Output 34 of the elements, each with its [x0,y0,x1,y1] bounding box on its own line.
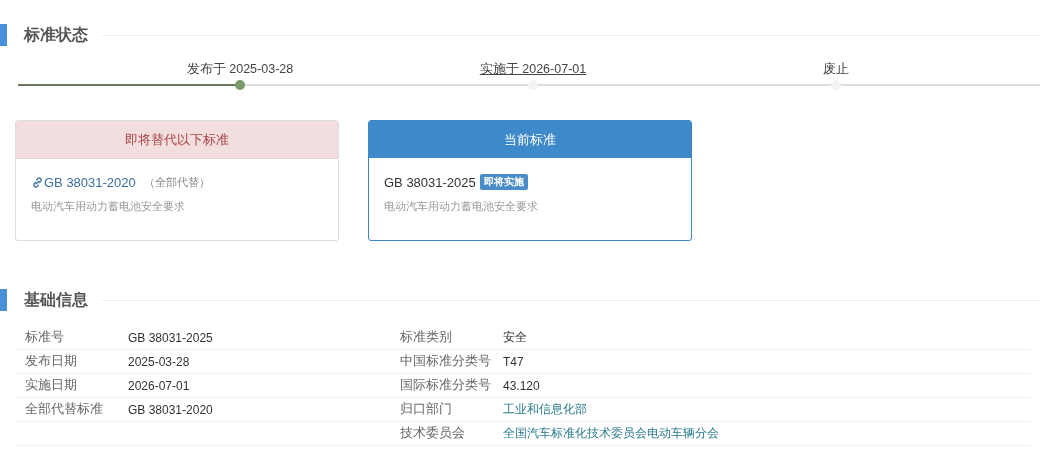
replace-note: （全部代替） [143,175,210,190]
field-label: 中国标准分类号 [399,353,492,370]
field-label: 全部代替标准 [24,401,104,418]
date-link[interactable]: 实施于 2026-07-01 [479,60,587,78]
field-value: GB 38031-2025 [128,330,213,345]
card-header: 即将替代以下标准 [16,121,338,159]
field-link[interactable]: 工业和信息化部 [503,401,587,418]
field-value: T47 [503,354,524,369]
field-label: 实施日期 [24,377,78,394]
section-marker [0,289,7,311]
field-label: 标准类别 [399,329,453,346]
standard-link[interactable]: GB 38031-2020 [31,175,136,190]
field-label: 国际标准分类号 [399,377,492,394]
field-label: 归口部门 [399,401,453,418]
field-label: 技术委员会 [399,425,466,442]
card-header: 当前标准 [369,121,691,158]
field-value: GB 38031-2020 [128,402,213,417]
field-value: 安全 [503,329,527,346]
field-label: 标准号 [24,329,65,346]
field-value: 43.120 [503,378,540,393]
standard-title: 电动汽车用动力蓄电池安全要求 [31,199,186,214]
status-badge: 即将实施 [479,174,528,190]
section-title: 基础信息 [24,289,88,310]
section-title: 标准状态 [24,24,88,45]
field-label: 发布日期 [24,353,78,370]
field-link[interactable]: 全国汽车标准化技术委员会电动车辆分会 [503,425,719,442]
field-value: 2026-07-01 [128,378,190,393]
standard-title: 电动汽车用动力蓄电池安全要求 [384,199,539,214]
section-marker [0,24,7,46]
standard-code: GB 38031-2025 [384,174,476,190]
step-label: 发布于 2025-03-28 [186,61,294,78]
field-value: 2025-03-28 [128,354,190,369]
step-label: 废止 [823,61,849,78]
link-icon [31,176,44,189]
